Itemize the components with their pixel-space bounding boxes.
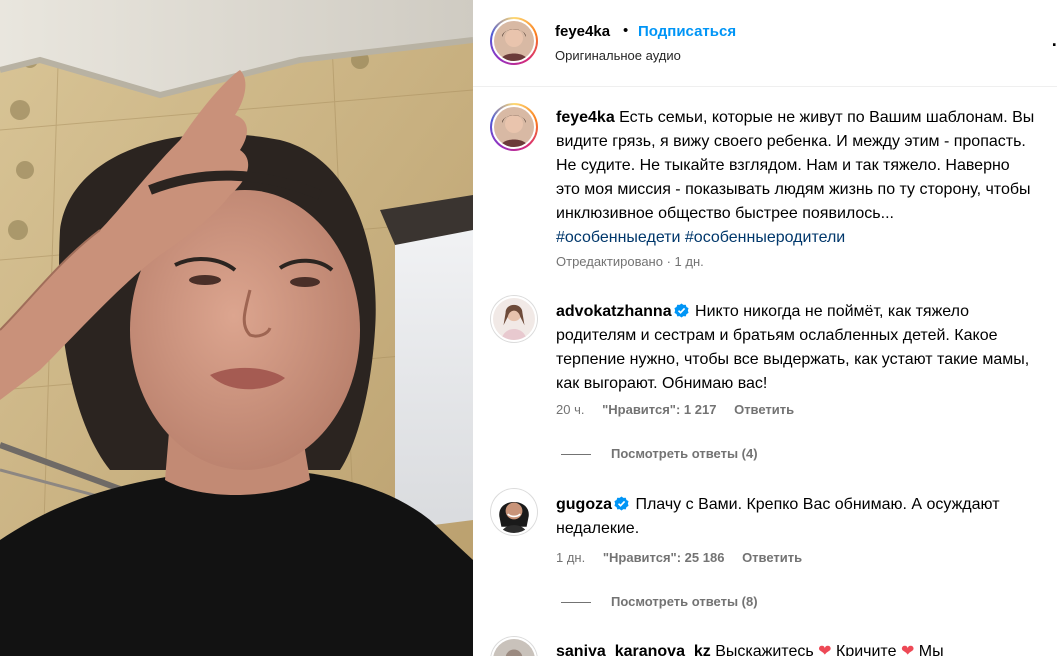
- audio-label[interactable]: Оригинальное аудио: [555, 48, 681, 63]
- comment-avatar[interactable]: [490, 488, 538, 536]
- view-replies-label[interactable]: Посмотреть ответы (4): [611, 446, 758, 461]
- video-frame-image: [0, 0, 473, 656]
- comment-avatar[interactable]: [490, 295, 538, 343]
- comment-meta: 20 ч. "Нравится": 1 217 Ответить: [556, 402, 808, 417]
- comment-text-block: advokatzhanna Никто никогда не поймёт, к…: [556, 300, 1051, 396]
- comment-text: Кричите: [836, 643, 897, 656]
- author-username[interactable]: feye4ka: [555, 23, 610, 40]
- caption-username[interactable]: feye4ka: [556, 109, 615, 126]
- view-replies-button[interactable]: Посмотреть ответы (4): [561, 446, 758, 461]
- caption-avatar-image: [494, 107, 534, 147]
- edited-timestamp: Отредактировано · 1 дн.: [556, 254, 704, 269]
- comment-time: 1 дн.: [556, 550, 586, 565]
- comment-avatar[interactable]: [490, 636, 538, 656]
- comment-text: Мы: [918, 643, 944, 656]
- hashtag-link[interactable]: #особенныеродители: [685, 229, 845, 246]
- follow-button[interactable]: Подписаться: [638, 23, 736, 40]
- comment-username[interactable]: gugoza: [556, 496, 612, 513]
- likes-count[interactable]: "Нравится": 1 217: [602, 402, 716, 417]
- author-avatar[interactable]: [490, 17, 538, 65]
- post-panel: feye4ka • Подписаться Оригинальное аудио…: [473, 0, 1057, 656]
- caption-meta: Отредактировано · 1 дн.: [556, 254, 718, 269]
- comment-avatar-image: [493, 639, 535, 656]
- separator-dot: •: [623, 22, 629, 39]
- comment-avatar-image: [493, 491, 535, 533]
- comment-text-block: gugoza Плачу с Вами. Крепко Вас обнимаю.…: [556, 493, 1051, 541]
- reply-button[interactable]: Ответить: [734, 402, 794, 417]
- caption-text-block: feye4ka Есть семьи, которые не живут по …: [556, 106, 1036, 250]
- caption-avatar[interactable]: [490, 103, 538, 151]
- view-replies-label[interactable]: Посмотреть ответы (8): [611, 594, 758, 609]
- replies-divider-line: [561, 602, 591, 604]
- comment-text-block: saniya_karanova_kz Выскажитесь ❤ Кричите…: [556, 640, 1051, 656]
- reply-button[interactable]: Ответить: [742, 550, 802, 565]
- likes-count[interactable]: "Нравится": 25 186: [603, 550, 725, 565]
- verified-badge-icon: [614, 496, 629, 511]
- view-replies-button[interactable]: Посмотреть ответы (8): [561, 594, 758, 609]
- comment-text: Выскажитесь: [715, 643, 814, 656]
- post-header: feye4ka • Подписаться Оригинальное аудио…: [473, 0, 1057, 87]
- hashtag-link[interactable]: #особенныедети: [556, 229, 680, 246]
- comment-time: 20 ч.: [556, 402, 585, 417]
- author-avatar-image: [494, 21, 534, 61]
- comment-username[interactable]: saniya_karanova_kz: [556, 643, 711, 656]
- comment-avatar-image: [493, 298, 535, 340]
- post-media[interactable]: [0, 0, 473, 656]
- more-options-icon[interactable]: …: [1051, 30, 1057, 51]
- replies-divider-line: [561, 454, 591, 456]
- comment-username[interactable]: advokatzhanna: [556, 303, 672, 320]
- caption-text: Есть семьи, которые не живут по Вашим ша…: [556, 109, 1035, 222]
- verified-badge-icon: [674, 303, 689, 318]
- heart-icon: ❤: [900, 643, 915, 656]
- comment-meta: 1 дн. "Нравится": 25 186 Ответить: [556, 550, 816, 565]
- heart-icon: ❤: [818, 643, 832, 656]
